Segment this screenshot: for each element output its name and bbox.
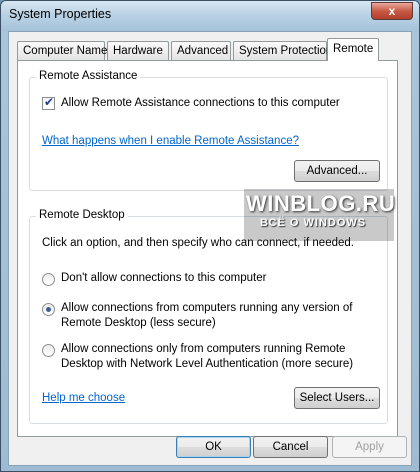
tab-system-protection[interactable]: System Protection xyxy=(233,41,332,60)
remote-desktop-group: Remote Desktop Click an option, and then… xyxy=(29,209,388,424)
radio-allow-any-version-label-line2[interactable]: Remote Desktop (less secure) xyxy=(61,317,216,329)
checkmark-icon: ✔ xyxy=(44,95,55,109)
dialog-client-area: Computer Name Hardware Advanced System P… xyxy=(8,31,412,466)
tab-hardware[interactable]: Hardware xyxy=(107,41,169,60)
window-title: System Properties xyxy=(9,7,112,21)
remote-tab-panel: Remote Assistance ✔ Allow Remote Assista… xyxy=(17,60,398,437)
tab-computer-name[interactable]: Computer Name xyxy=(17,41,107,60)
tab-remote[interactable]: Remote xyxy=(327,38,379,61)
remote-assistance-title: Remote Assistance xyxy=(36,70,141,82)
remote-assistance-help-link[interactable]: What happens when I enable Remote Assist… xyxy=(42,135,299,147)
radio-allow-any-version[interactable] xyxy=(42,303,55,316)
watermark-main-text: WINBLOG.RU xyxy=(246,191,396,216)
cancel-button[interactable]: Cancel xyxy=(253,436,328,458)
radio-allow-nla-only-label-line2[interactable]: Desktop with Network Level Authenticatio… xyxy=(61,358,353,370)
apply-button[interactable]: Apply xyxy=(332,436,407,458)
radio-allow-any-version-label-line1[interactable]: Allow connections from computers running… xyxy=(61,302,352,314)
ok-button[interactable]: OK xyxy=(176,436,251,458)
advanced-button[interactable]: Advanced... xyxy=(294,160,380,182)
system-properties-window: System Properties x Computer Name Hardwa… xyxy=(0,0,420,472)
allow-remote-assistance-label[interactable]: Allow Remote Assistance connections to t… xyxy=(61,97,340,109)
select-users-button[interactable]: Select Users... xyxy=(294,387,380,409)
help-me-choose-link[interactable]: Help me choose xyxy=(42,392,125,404)
remote-desktop-title: Remote Desktop xyxy=(36,209,128,221)
tab-advanced[interactable]: Advanced xyxy=(171,41,231,60)
radio-allow-nla-only[interactable] xyxy=(42,344,55,357)
close-button[interactable]: x xyxy=(371,2,413,20)
title-bar[interactable]: System Properties x xyxy=(1,1,419,31)
allow-remote-assistance-checkbox[interactable]: ✔ xyxy=(42,95,55,110)
close-icon: x xyxy=(388,4,396,18)
remote-assistance-group: Remote Assistance ✔ Allow Remote Assista… xyxy=(29,70,388,191)
watermark-logo: WINBLOG.RU ВСЁ О WINDOWS xyxy=(244,189,396,241)
radio-dont-allow-label[interactable]: Don't allow connections to this computer xyxy=(61,272,266,284)
radio-selected-dot xyxy=(46,307,51,312)
watermark-sub-text: ВСЁ О WINDOWS xyxy=(260,217,367,229)
radio-allow-nla-only-label-line1[interactable]: Allow connections only from computers ru… xyxy=(61,343,345,355)
radio-dont-allow[interactable] xyxy=(42,273,55,286)
